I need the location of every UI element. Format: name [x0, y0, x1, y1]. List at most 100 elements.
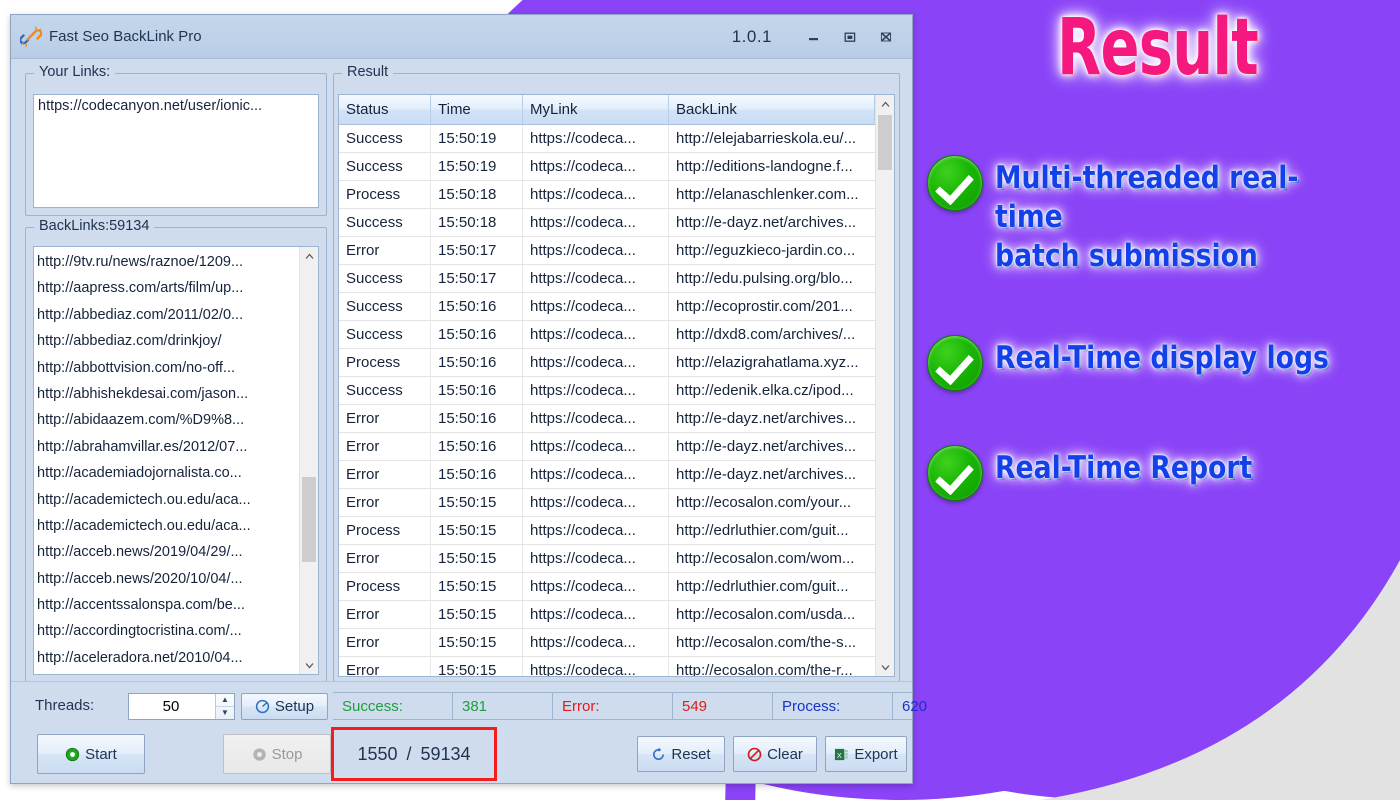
- cell-mylink: https://codeca...: [523, 265, 669, 292]
- backlink-list-item[interactable]: http://abbottvision.com/no-off...: [37, 355, 299, 381]
- backlinks-scroll-thumb[interactable]: [302, 477, 316, 562]
- clear-button[interactable]: Clear: [733, 736, 817, 772]
- promo-feature-1: Multi-threaded real-time batch submissio…: [927, 155, 1400, 275]
- cell-mylink: https://codeca...: [523, 293, 669, 320]
- minimize-icon: [809, 37, 818, 40]
- cell-time: 15:50:15: [431, 545, 523, 572]
- table-row[interactable]: Error 15:50:15 https://codeca... http://eco…: [339, 545, 875, 573]
- maximize-button[interactable]: [832, 24, 868, 50]
- backlink-list-item[interactable]: http://abhishekdesai.com/jason...: [37, 381, 299, 407]
- column-header-time[interactable]: Time: [431, 95, 523, 124]
- cell-status: Success: [339, 321, 431, 348]
- stop-button[interactable]: Stop: [223, 734, 331, 774]
- table-row[interactable]: Process 15:50:15 https://codeca... http://e…: [339, 573, 875, 601]
- backlink-list-item[interactable]: http://academictech.ou.edu/aca...: [37, 513, 299, 539]
- cell-mylink: https://codeca...: [523, 517, 669, 544]
- table-row[interactable]: Error 15:50:16 https://codeca... http://e-d…: [339, 433, 875, 461]
- table-row[interactable]: Process 15:50:18 https://codeca... http://e…: [339, 181, 875, 209]
- cell-status: Success: [339, 209, 431, 236]
- cell-status: Error: [339, 433, 431, 460]
- reset-label: Reset: [671, 745, 711, 763]
- backlinks-label: BackLinks:59134: [34, 218, 155, 234]
- result-scroll-thumb[interactable]: [878, 115, 892, 170]
- table-row[interactable]: Error 15:50:15 https://codeca... http://eco…: [339, 489, 875, 517]
- cell-time: 15:50:19: [431, 125, 523, 152]
- scroll-down-icon[interactable]: [876, 658, 894, 676]
- cell-backlink: http://e-dayz.net/archives...: [676, 466, 857, 483]
- table-row[interactable]: Error 15:50:15 https://codeca... http://eco…: [339, 601, 875, 629]
- cell-backlink: http://elazigrahatlama.xyz...: [676, 354, 859, 371]
- your-links-group: Your Links: https://codecanyon.net/user/…: [25, 64, 327, 216]
- table-row[interactable]: Process 15:50:16 https://codeca... http://e…: [339, 349, 875, 377]
- cell-backlink: http://ecosalon.com/your...: [676, 494, 852, 511]
- setup-button[interactable]: Setup: [241, 693, 328, 720]
- backlink-list-item[interactable]: http://aceleradora.net/2012/12...: [37, 671, 299, 674]
- backlink-list-item[interactable]: http://aceleradora.net/2010/04...: [37, 645, 299, 671]
- backlinks-list[interactable]: http://9tv.ru/news/raznoe/1209... http://…: [34, 247, 299, 674]
- threads-spin-buttons[interactable]: ▲ ▼: [215, 694, 234, 719]
- start-button[interactable]: Start: [37, 734, 145, 774]
- backlink-list-item[interactable]: http://academictech.ou.edu/aca...: [37, 487, 299, 513]
- table-row[interactable]: Success 15:50:17 https://codeca... http://e…: [339, 265, 875, 293]
- table-row[interactable]: Success 15:50:19 https://codeca... http://e…: [339, 125, 875, 153]
- export-button[interactable]: X Export: [825, 736, 907, 772]
- stop-circle-icon: [252, 747, 266, 761]
- backlink-list-item[interactable]: http://acceb.news/2020/10/04/...: [37, 566, 299, 592]
- backlink-list-item[interactable]: http://abidaazem.com/%D9%8...: [37, 407, 299, 433]
- spin-up-icon[interactable]: ▲: [216, 694, 234, 707]
- cell-backlink: http://ecosalon.com/usda...: [676, 606, 856, 623]
- backlink-list-item[interactable]: http://9tv.ru/news/raznoe/1209...: [37, 249, 299, 275]
- backlink-list-item[interactable]: http://abbediaz.com/2011/02/0...: [37, 302, 299, 328]
- column-header-status[interactable]: Status: [339, 95, 431, 124]
- cell-mylink: https://codeca...: [523, 573, 669, 600]
- cell-status: Success: [339, 153, 431, 180]
- your-links-input[interactable]: https://codecanyon.net/user/ionic...: [33, 94, 319, 208]
- table-row[interactable]: Error 15:50:15 https://codeca... http://eco…: [339, 629, 875, 657]
- cell-backlink: http://eguzkieco-jardin.co...: [676, 242, 856, 259]
- cell-time: 15:50:15: [431, 629, 523, 656]
- cell-backlink: http://elejabarrieskola.eu/...: [676, 130, 857, 147]
- cell-time: 15:50:16: [431, 377, 523, 404]
- backlink-list-item[interactable]: http://aapress.com/arts/film/up...: [37, 275, 299, 301]
- scroll-up-icon[interactable]: [876, 95, 894, 113]
- backlink-list-item[interactable]: http://accentssalonspa.com/be...: [37, 592, 299, 618]
- cell-mylink: https://codeca...: [523, 489, 669, 516]
- table-row[interactable]: Success 15:50:18 https://codeca... http://e…: [339, 209, 875, 237]
- table-row[interactable]: Error 15:50:16 https://codeca... http://e-d…: [339, 461, 875, 489]
- start-label: Start: [85, 745, 117, 763]
- check-circle-icon: [927, 335, 983, 391]
- backlinks-scrollbar[interactable]: [299, 247, 318, 674]
- threads-stepper[interactable]: 50 ▲ ▼: [128, 693, 235, 720]
- reset-button[interactable]: Reset: [637, 736, 725, 772]
- backlink-list-item[interactable]: http://abbediaz.com/drinkjoy/: [37, 328, 299, 354]
- excel-icon: X: [835, 748, 849, 760]
- close-button[interactable]: [868, 24, 904, 50]
- table-row[interactable]: Success 15:50:19 https://codeca... http://e…: [339, 153, 875, 181]
- result-group: Result Status Time MyLink BackLink Success 15…: [333, 64, 900, 682]
- scroll-up-icon[interactable]: [300, 247, 318, 265]
- table-row[interactable]: Error 15:50:17 https://codeca... http://egu…: [339, 237, 875, 265]
- cell-time: 15:50:16: [431, 321, 523, 348]
- spin-down-icon[interactable]: ▼: [216, 707, 234, 720]
- backlink-list-item[interactable]: http://abrahamvillar.es/2012/07...: [37, 434, 299, 460]
- column-header-mylink[interactable]: MyLink: [523, 95, 669, 124]
- column-header-backlink[interactable]: BackLink: [669, 95, 875, 124]
- table-row[interactable]: Success 15:50:16 https://codeca... http://d…: [339, 321, 875, 349]
- backlinks-listbox[interactable]: http://9tv.ru/news/raznoe/1209... http://…: [33, 246, 319, 675]
- result-table-container: Status Time MyLink BackLink Success 15:50:19 h…: [338, 94, 895, 677]
- cell-backlink: http://dxd8.com/archives/...: [676, 326, 856, 343]
- cell-backlink: http://edrluthier.com/guit...: [676, 522, 849, 539]
- backlink-list-item[interactable]: http://academiadojornalista.co...: [37, 460, 299, 486]
- table-row[interactable]: Process 15:50:15 https://codeca... http://e…: [339, 517, 875, 545]
- table-row[interactable]: Error 15:50:16 https://codeca... http://e-d…: [339, 405, 875, 433]
- table-row[interactable]: Success 15:50:16 https://codeca... http://e…: [339, 377, 875, 405]
- scroll-down-icon[interactable]: [300, 656, 318, 674]
- backlink-list-item[interactable]: http://accordingtocristina.com/...: [37, 618, 299, 644]
- table-row[interactable]: Success 15:50:16 https://codeca... http://e…: [339, 293, 875, 321]
- minimize-button[interactable]: [796, 24, 832, 50]
- result-table[interactable]: Status Time MyLink BackLink Success 15:50:19 h…: [339, 95, 875, 676]
- result-scrollbar[interactable]: [875, 95, 894, 676]
- backlink-list-item[interactable]: http://acceb.news/2019/04/29/...: [37, 539, 299, 565]
- threads-value[interactable]: 50: [129, 694, 215, 719]
- table-row[interactable]: Error 15:50:15 https://codeca... http://eco…: [339, 657, 875, 676]
